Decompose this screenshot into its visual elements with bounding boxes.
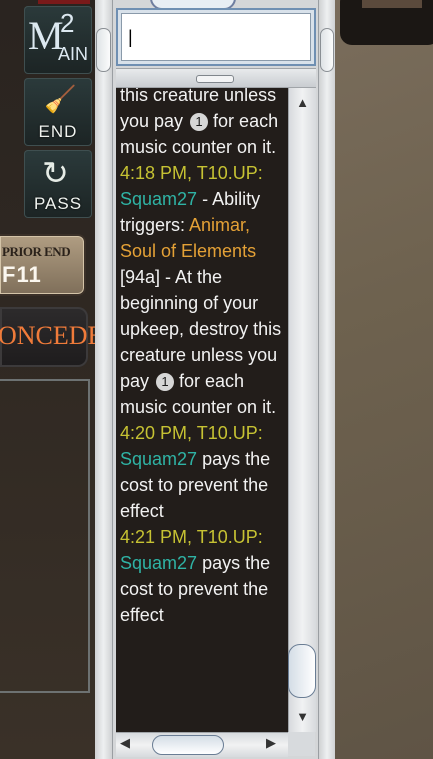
prior-end-label: PRIOR END xyxy=(2,244,71,259)
chat-timestamp: 4:21 PM, T10.UP: xyxy=(120,527,263,547)
main2-number: 2 xyxy=(60,8,75,38)
scroll-right-icon[interactable]: ▶ xyxy=(266,735,276,751)
chat-log-text: this creature unless you pay 1 for each … xyxy=(120,88,288,628)
pass-arrow-icon: ↻ xyxy=(42,155,69,191)
chat-input[interactable] xyxy=(121,13,311,61)
game-board-background xyxy=(318,0,433,759)
pass-button[interactable]: ↻ PASS xyxy=(24,150,92,218)
end-phase-button[interactable]: 🧹 END xyxy=(24,78,92,146)
player-name[interactable]: Squam27 xyxy=(120,553,197,573)
main2-phase-button[interactable]: M 2 AIN xyxy=(24,6,92,74)
scroll-up-icon[interactable]: ▲ xyxy=(289,92,316,114)
red-strip xyxy=(38,0,90,4)
outer-right-scrollbar[interactable] xyxy=(318,0,335,759)
pass-label: PASS xyxy=(33,194,83,213)
scroll-corner xyxy=(288,732,315,756)
player-name[interactable]: Squam27 xyxy=(120,449,197,469)
outer-left-scroll-thumb[interactable] xyxy=(96,28,111,72)
concede-button[interactable]: ONCEDE xyxy=(0,307,103,367)
scroll-down-icon[interactable]: ▼ xyxy=(289,706,316,728)
end-label: END xyxy=(38,122,78,141)
chat-vertical-scroll-thumb[interactable] xyxy=(288,644,316,698)
chat-timestamp: 4:18 PM, T10.UP: xyxy=(120,163,263,183)
outer-left-scrollbar[interactable] xyxy=(95,0,113,759)
prior-end-hotkey: F11 xyxy=(2,262,42,287)
prior-end-button[interactable]: PRIOR END F11 xyxy=(0,234,86,296)
scroll-left-icon[interactable]: ◀ xyxy=(120,735,130,751)
player-name[interactable]: Squam27 xyxy=(120,189,197,209)
chat-input-frame xyxy=(116,8,316,66)
card-art xyxy=(362,0,422,8)
card-thumbnail[interactable] xyxy=(340,0,433,45)
generic-mana-icon: 1 xyxy=(156,373,175,392)
chat-timestamp: 4:20 PM, T10.UP: xyxy=(120,423,263,443)
concede-label: ONCEDE xyxy=(0,321,104,350)
chat-log: this creature unless you pay 1 for each … xyxy=(116,88,288,732)
generic-mana-icon: 1 xyxy=(190,113,209,132)
chat-horizontal-scroll-thumb[interactable] xyxy=(152,735,224,755)
info-box xyxy=(0,379,90,693)
broom-icon: 🧹 xyxy=(44,84,77,114)
panel-splitter[interactable] xyxy=(116,68,316,88)
splitter-grip[interactable] xyxy=(196,75,234,83)
main2-rest: AIN xyxy=(58,44,89,64)
chat-horizontal-scrollbar[interactable]: ◀ ▶ xyxy=(116,732,288,757)
chat-vertical-scrollbar[interactable]: ▲ ▼ xyxy=(288,88,316,732)
outer-right-scroll-thumb[interactable] xyxy=(320,28,334,72)
